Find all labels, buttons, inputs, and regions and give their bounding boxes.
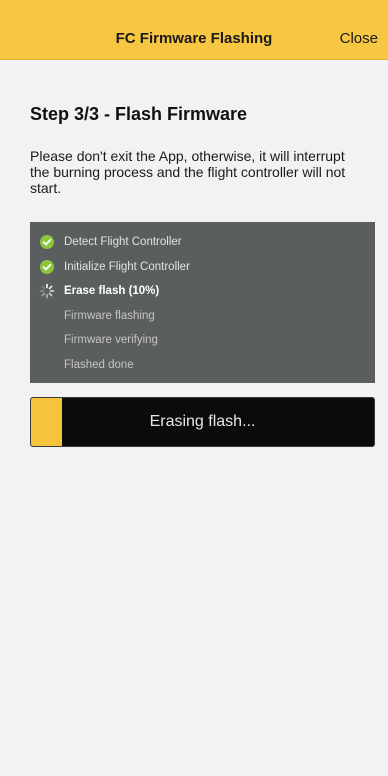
step-title: Step 3/3 - Flash Firmware [30, 104, 248, 124]
close-button[interactable]: Close [340, 30, 378, 47]
warning-text: Please don't exit the App, otherwise, it… [30, 148, 346, 196]
step-label: Flashed done [64, 358, 134, 371]
step-item-flashing: Firmware flashing [30, 304, 375, 329]
step-label: Detect Flight Controller [64, 236, 182, 249]
step-item-done: Flashed done [30, 353, 375, 378]
check-circle-icon [39, 259, 55, 275]
step-item-verifying: Firmware verifying [30, 328, 375, 353]
firmware-flashing-screen: FC Firmware Flashing Close Step 3/3 - Fl… [0, 0, 388, 776]
step-item-initialize: Initialize Flight Controller [30, 255, 375, 280]
empty-icon-slot [39, 332, 55, 348]
steps-panel: Detect Flight Controller Initialize Flig… [30, 222, 375, 383]
progress-label: Erasing flash... [149, 413, 256, 430]
step-item-erase: Erase flash (10%) [30, 279, 375, 304]
header-title: FC Firmware Flashing [115, 30, 273, 47]
progress-bar: Erasing flash... [30, 397, 375, 447]
step-label: Firmware flashing [64, 309, 155, 322]
step-label: Initialize Flight Controller [64, 260, 190, 273]
check-circle-icon [39, 234, 55, 250]
step-item-detect: Detect Flight Controller [30, 230, 375, 255]
empty-icon-slot [39, 357, 55, 373]
nav-header: FC Firmware Flashing Close [0, 0, 388, 60]
empty-icon-slot [39, 308, 55, 324]
step-label: Erase flash (10%) [64, 285, 160, 298]
spinner-icon [39, 283, 55, 299]
step-label: Firmware verifying [64, 334, 158, 347]
